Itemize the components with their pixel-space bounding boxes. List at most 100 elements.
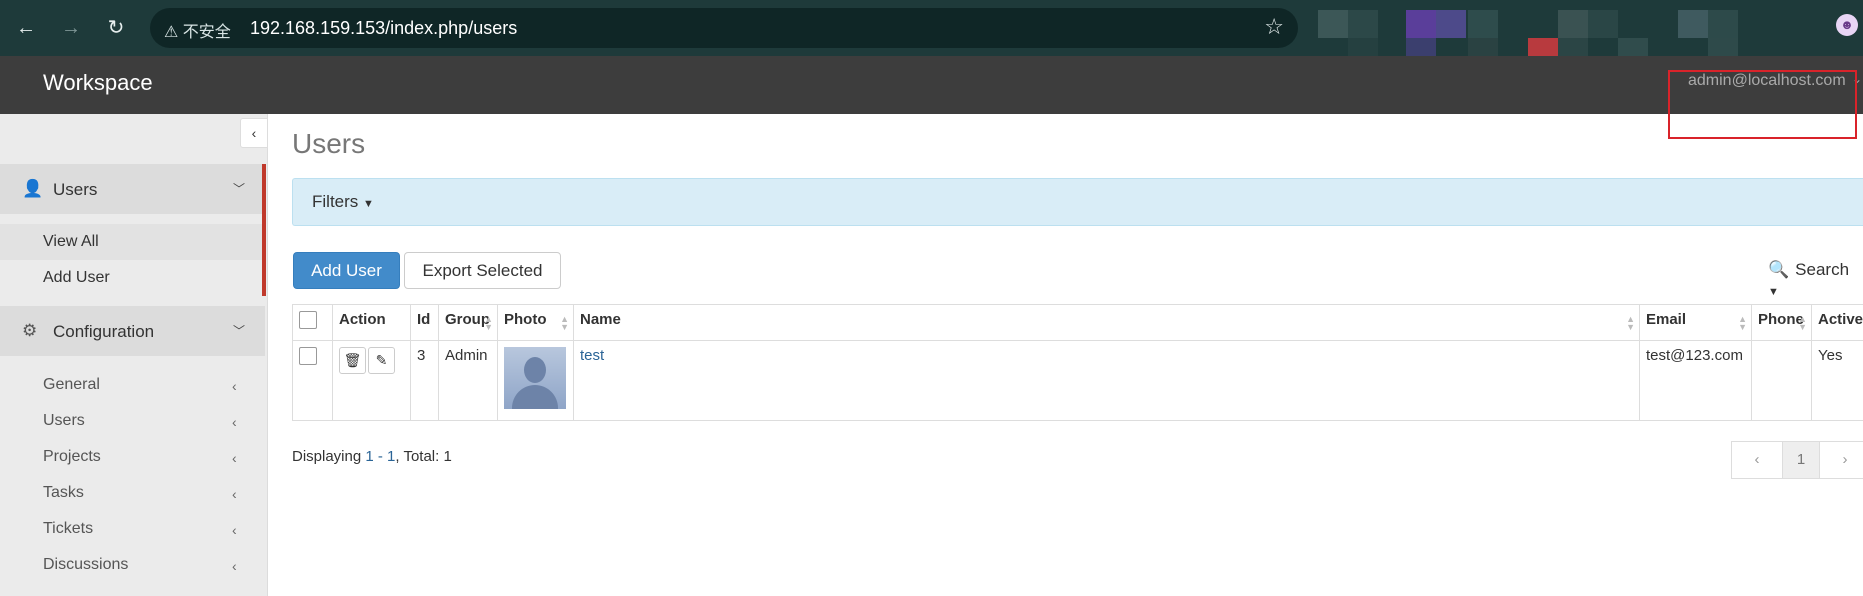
- row-actions-cell: 🗑 ✎: [332, 340, 411, 421]
- filters-panel[interactable]: Filters ▼: [292, 178, 1863, 226]
- chevron-left-icon: ‹: [232, 486, 237, 502]
- cell-phone: [1751, 340, 1812, 421]
- page-number-button[interactable]: 1: [1782, 441, 1820, 479]
- sidebar: ‹ 👤 Users ﹀ View All Add User ⚙ Configur…: [0, 114, 268, 596]
- sidebar-item-view-all[interactable]: View All: [0, 224, 262, 260]
- row-checkbox[interactable]: [299, 347, 317, 365]
- sort-icon: ▲ ▼: [484, 314, 493, 332]
- user-avatar[interactable]: [504, 347, 566, 409]
- select-all-checkbox[interactable]: [299, 311, 317, 329]
- summary-prefix: Displaying: [292, 448, 366, 465]
- column-header-photo[interactable]: Photo ▲ ▼: [497, 304, 574, 341]
- search-toggle[interactable]: 🔍 Search ▼: [1768, 260, 1863, 300]
- column-header-phone[interactable]: Phone ▲ ▼: [1751, 304, 1812, 341]
- sidebar-item-discussions[interactable]: Discussions ‹: [0, 548, 262, 584]
- chevron-left-icon: ‹: [232, 414, 237, 430]
- star-icon[interactable]: ☆: [1264, 14, 1284, 40]
- cell-email: test@123.com: [1639, 340, 1752, 421]
- summary-total: , Total: 1: [395, 448, 452, 465]
- chevron-left-icon: ‹: [1754, 451, 1760, 468]
- delete-button[interactable]: 🗑: [339, 347, 366, 374]
- column-header-action: Action: [332, 304, 411, 341]
- reload-icon[interactable]: ↻: [102, 14, 130, 42]
- warning-icon: ⚠: [164, 24, 179, 41]
- chevron-left-icon: ‹: [232, 558, 237, 574]
- user-name-link[interactable]: test: [580, 347, 604, 364]
- column-header-active[interactable]: Active: [1811, 304, 1863, 341]
- sidebar-item-tickets[interactable]: Tickets ‹: [0, 512, 262, 548]
- sidebar-item-label: View All: [43, 233, 99, 250]
- prev-page-button[interactable]: ‹: [1731, 441, 1783, 479]
- sort-icon: ▲ ▼: [1626, 314, 1635, 332]
- pagination: ‹ 1 ›: [1731, 441, 1863, 479]
- gear-icon: ⚙: [22, 321, 38, 340]
- caret-down-icon: ▼: [363, 198, 374, 210]
- sidebar-section-users[interactable]: 👤 Users ﹀: [0, 164, 265, 214]
- trash-icon: 🗑: [343, 352, 362, 368]
- sidebar-item-users[interactable]: Users ‹: [0, 404, 262, 440]
- security-warning[interactable]: ⚠ 不安全: [164, 18, 231, 42]
- sidebar-item-label: Add User: [43, 269, 110, 286]
- avatar-head-shape: [524, 357, 546, 383]
- chevron-down-icon: ﹀: [232, 324, 245, 338]
- user-menu[interactable]: admin@localhost.com: [1688, 72, 1846, 90]
- column-header-name[interactable]: Name ▲ ▼: [573, 304, 1640, 341]
- caret-down-icon: ▼: [1768, 286, 1779, 298]
- search-icon: 🔍: [1768, 260, 1790, 279]
- pagination-summary: Displaying 1 - 1, Total: 1: [292, 448, 452, 465]
- search-label: Search: [1795, 260, 1850, 279]
- sidebar-item-label: Users: [43, 412, 85, 429]
- back-icon[interactable]: ←: [12, 14, 40, 42]
- chevron-down-icon[interactable]: ⌄: [1852, 72, 1862, 86]
- avatar-body-shape: [512, 385, 558, 409]
- filters-toggle[interactable]: Filters ▼: [312, 192, 374, 212]
- add-user-button[interactable]: Add User: [293, 252, 400, 289]
- chevron-left-icon: ‹: [232, 522, 237, 538]
- sidebar-item-add-user[interactable]: Add User: [0, 260, 262, 296]
- cell-active: Yes: [1811, 340, 1863, 421]
- url-text[interactable]: 192.168.159.153/index.php/users: [250, 18, 517, 39]
- sidebar-section-label: Users: [53, 180, 98, 199]
- column-header-label: Phone: [1758, 311, 1804, 328]
- select-all-cell: [292, 304, 333, 341]
- edit-button[interactable]: ✎: [368, 347, 395, 374]
- chevron-left-icon: ‹: [251, 125, 257, 141]
- column-header-label: Photo: [504, 311, 547, 328]
- browser-toolbar: ← → ↻ ⚠ 不安全 192.168.159.153/index.php/us…: [0, 0, 1863, 66]
- forward-icon[interactable]: →: [57, 14, 85, 42]
- sidebar-item-general[interactable]: General ‹: [0, 368, 262, 404]
- sidebar-item-projects[interactable]: Projects ‹: [0, 440, 262, 476]
- sidebar-item-label: Tasks: [43, 484, 84, 501]
- security-label: 不安全: [182, 24, 231, 41]
- sidebar-item-label: Projects: [43, 448, 101, 465]
- cell-name: test: [573, 340, 1640, 421]
- edit-icon: ✎: [375, 352, 388, 368]
- row-select-cell: [292, 340, 333, 421]
- column-header-email[interactable]: Email ▲ ▼: [1639, 304, 1752, 341]
- sort-icon: ▲ ▼: [1798, 314, 1807, 332]
- export-selected-button[interactable]: Export Selected: [404, 252, 561, 289]
- profile-avatar-icon[interactable]: ☻: [1836, 14, 1858, 36]
- brand-logo[interactable]: Workspace: [43, 70, 153, 96]
- sidebar-section-label: Configuration: [53, 322, 155, 341]
- next-page-button[interactable]: ›: [1819, 441, 1863, 479]
- chevron-left-icon: ‹: [232, 450, 237, 466]
- column-header-label: Name: [580, 311, 621, 328]
- column-header-id[interactable]: Id: [410, 304, 439, 341]
- user-icon: 👤: [22, 179, 44, 198]
- chevron-left-icon: ‹: [232, 378, 237, 394]
- cell-group: Admin: [438, 340, 498, 421]
- sidebar-item-label: General: [43, 376, 100, 393]
- cell-id: 3: [410, 340, 439, 421]
- users-table: Action Id Group ▲ ▼ Photo ▲ ▼ Name ▲ ▼ Email ▲ ▼…: [292, 304, 1863, 421]
- sidebar-item-tasks[interactable]: Tasks ‹: [0, 476, 262, 512]
- filters-label: Filters: [312, 192, 359, 211]
- sidebar-collapse-button[interactable]: ‹: [240, 118, 268, 148]
- column-header-group[interactable]: Group ▲ ▼: [438, 304, 498, 341]
- sidebar-item-label: Discussions: [43, 556, 129, 573]
- sidebar-section-configuration[interactable]: ⚙ Configuration ﹀: [0, 306, 265, 356]
- active-indicator: [262, 164, 266, 296]
- sidebar-item-label: Tickets: [43, 520, 94, 537]
- table-row: 🗑 ✎ 3 Admin test test@123.com Yes: [292, 340, 1863, 421]
- address-bar[interactable]: ⚠ 不安全 192.168.159.153/index.php/users ☆: [150, 8, 1298, 48]
